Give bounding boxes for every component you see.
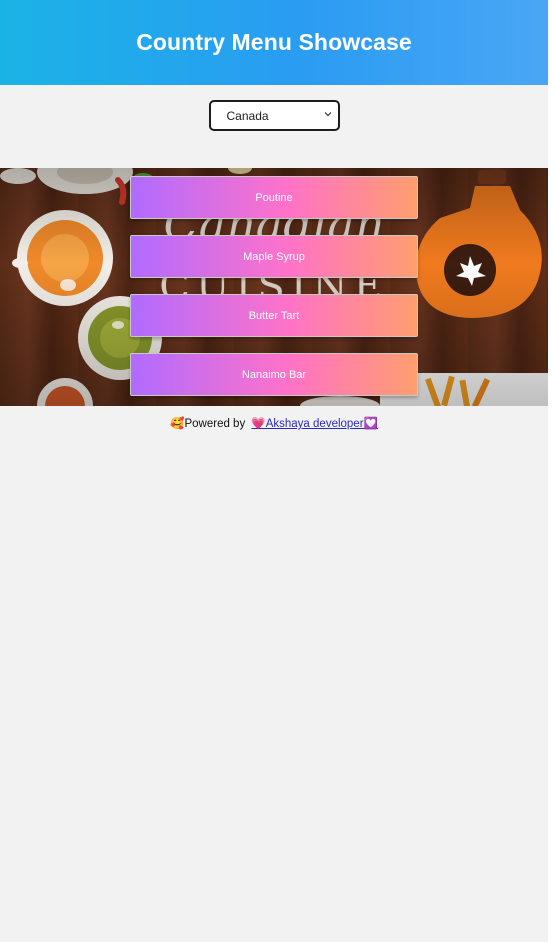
developer-link[interactable]: 💗Akshaya developer💟 <box>251 418 377 430</box>
country-select-value: Canada <box>226 108 269 123</box>
cuisine-banner-image: Canadian CUISINE Poutine Maple Syrup But… <box>0 168 548 406</box>
country-select[interactable]: Canada <box>208 100 340 131</box>
footer: 🥰Powered by 💗Akshaya developer💟 <box>0 406 548 430</box>
menu-list: Poutine Maple Syrup Butter Tart Nanaimo … <box>130 176 418 406</box>
right-edge <box>548 0 553 942</box>
menu-item-nanaimo-bar[interactable]: Nanaimo Bar <box>130 353 418 396</box>
chevron-down-icon <box>324 112 331 117</box>
country-selector-row: Canada <box>0 85 548 168</box>
app-header: Country Menu Showcase <box>0 0 548 85</box>
page-title: Country Menu Showcase <box>136 29 412 55</box>
page: Country Menu Showcase Canada Poutine Map… <box>0 0 548 942</box>
footer-powered-by: Powered by <box>184 418 246 430</box>
menu-item-butter-tart[interactable]: Butter Tart <box>130 294 418 337</box>
smiling-hearts-emoji: 🥰 <box>170 418 185 430</box>
menu-item-poutine[interactable]: Poutine <box>130 176 418 219</box>
menu-item-maple-syrup[interactable]: Maple Syrup <box>130 235 418 278</box>
